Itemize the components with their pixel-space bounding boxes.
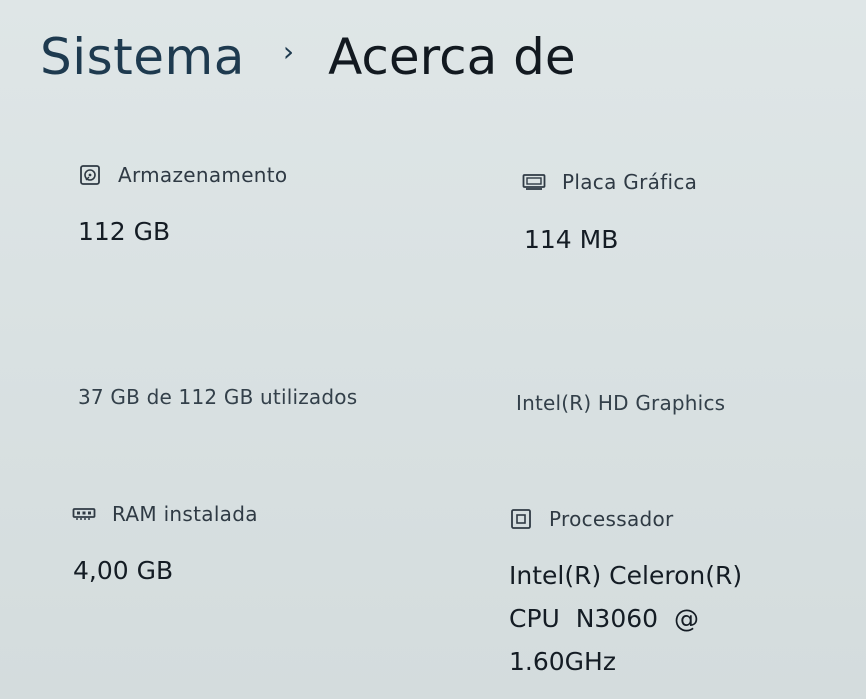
storage-label: Armazenamento	[118, 163, 288, 187]
storage-value: 112 GB	[78, 217, 171, 246]
processor-card: Processador Intel(R) Celeron(R) CPU N306…	[509, 507, 854, 687]
storage-usage-text: 37 GB de 112 GB utilizados	[78, 385, 358, 409]
graphics-card-icon	[522, 170, 546, 194]
graphics-label: Placa Gráfica	[562, 170, 698, 194]
page-title: Acerca de	[328, 28, 576, 86]
processor-header: Processador	[509, 507, 854, 531]
ram-card: RAM instalada 4,00 GB	[72, 502, 452, 602]
graphics-memory-value: 114 MB	[524, 225, 619, 254]
ram-value: 4,00 GB	[73, 556, 174, 585]
breadcrumb-separator: ›	[282, 34, 295, 68]
processor-icon	[509, 507, 533, 531]
graphics-card: Placa Gráfica 114 MB Intel(R) HD Graphic…	[516, 170, 852, 420]
storage-card: Armazenamento 112 GB 37 GB de 112 GB uti…	[78, 163, 458, 413]
processor-value-line: CPU N3060 @	[509, 604, 699, 633]
processor-value-line: 1.60GHz	[509, 647, 616, 676]
ram-header: RAM instalada	[72, 502, 452, 526]
graphics-adapter-name: Intel(R) HD Graphics	[516, 391, 726, 415]
breadcrumb-parent-link[interactable]: Sistema	[40, 28, 245, 86]
processor-value-line: Intel(R) Celeron(R)	[509, 561, 743, 590]
memory-icon	[72, 502, 96, 526]
graphics-header: Placa Gráfica	[522, 170, 852, 194]
processor-label: Processador	[549, 507, 674, 531]
storage-icon	[78, 163, 102, 187]
storage-header: Armazenamento	[78, 163, 458, 187]
ram-label: RAM instalada	[112, 502, 258, 526]
breadcrumb: Sistema › Acerca de	[40, 22, 576, 92]
processor-value: Intel(R) Celeron(R) CPU N3060 @ 1.60GHz	[509, 554, 742, 683]
